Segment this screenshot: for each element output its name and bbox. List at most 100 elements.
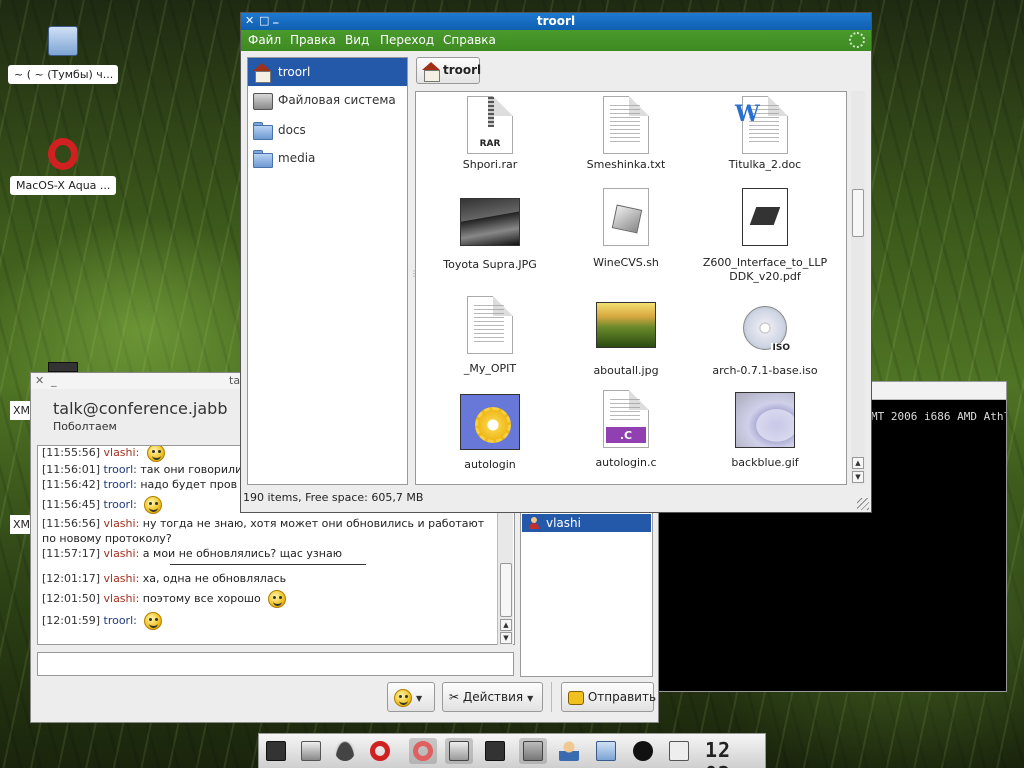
close-icon[interactable]: ✕	[35, 374, 44, 388]
chevron-down-icon: ▼	[527, 694, 534, 703]
message: [12:01:50] vlashi: поэтому все хорошо	[42, 588, 510, 610]
document-icon[interactable]	[445, 738, 473, 764]
message-time: [12:01:59]	[42, 614, 100, 627]
smiley-picker-button[interactable]: ▼	[387, 682, 435, 712]
smiley-icon	[268, 590, 287, 608]
file-icon-view[interactable]: RAR Shpori.rar Smeshinka.txt Titulka_2.d…	[415, 91, 847, 485]
place-label: Файловая система	[278, 93, 396, 107]
file-name: aboutall.jpg	[593, 364, 659, 377]
file-name: Titulka_2.doc	[728, 158, 802, 171]
scroll-down-arrow[interactable]: ▼	[500, 632, 512, 644]
menu-help[interactable]: Справка	[443, 33, 496, 47]
file-item[interactable]: aboutall.jpg	[556, 302, 696, 378]
actions-button[interactable]: ✂ Действия ▼	[442, 682, 543, 712]
menu-edit[interactable]: Правка	[290, 33, 336, 47]
message-time: [11:55:56]	[42, 446, 100, 459]
person-icon[interactable]	[555, 738, 583, 764]
desktop-icon-home[interactable]: ~ ( ~ (Тумбы) ч...	[8, 26, 118, 87]
text-file-icon	[467, 296, 513, 354]
place-label: troorl	[278, 65, 311, 79]
file-item[interactable]: _My_OPIT	[420, 296, 560, 376]
file-item[interactable]: .C autologin.c	[556, 390, 696, 470]
power-icon[interactable]	[665, 738, 693, 764]
message-input[interactable]	[37, 652, 514, 676]
clock-icon[interactable]	[629, 738, 657, 764]
scroll-up-arrow[interactable]: ▲	[852, 457, 864, 469]
participant-name: vlashi	[546, 516, 581, 530]
resize-grip[interactable]	[857, 498, 869, 510]
chevron-down-icon: ▼	[416, 694, 423, 703]
path-label: troorl	[443, 63, 482, 77]
file-item[interactable]: RAR Shpori.rar	[420, 96, 560, 172]
shell-script-icon	[603, 188, 649, 246]
message-text: так они говорили	[140, 463, 243, 476]
word-document-icon	[735, 96, 788, 154]
menu-bar: Файл Правка Вид Переход Справка	[241, 30, 871, 51]
drive-download-icon[interactable]	[297, 738, 325, 764]
file-name: Smeshinka.txt	[586, 158, 666, 171]
message-text: по новому протоколу?	[42, 532, 172, 545]
message-nick: vlashi:	[103, 446, 140, 459]
chat-window-title: ta	[229, 374, 241, 387]
send-button[interactable]: Отправить	[561, 682, 656, 712]
image-thumbnail	[460, 198, 520, 246]
script-icon[interactable]	[481, 738, 509, 764]
place-docs[interactable]: docs	[248, 116, 407, 144]
file-manager-window[interactable]: ✕ □ _ troorl Файл Правка Вид Переход Спр…	[240, 11, 872, 513]
path-bar-home-button[interactable]: troorl	[416, 57, 482, 84]
participants-list[interactable]: vlashi	[520, 509, 653, 677]
place-label: media	[278, 151, 316, 165]
message-text: а мои не обновлялись? щас узнаю	[142, 547, 342, 560]
room-title: talk@conference.jabb	[53, 399, 228, 418]
file-item[interactable]: Smeshinka.txt	[556, 96, 696, 172]
smiley-icon	[146, 446, 165, 462]
message: [12:01:59] troorl:	[42, 610, 510, 632]
file-item[interactable]: Titulka_2.doc	[695, 96, 835, 172]
taskbar: 12 02	[258, 733, 766, 768]
place-filesystem[interactable]: Файловая система	[248, 86, 407, 114]
icon-view-scrollbar[interactable]: ▲ ▼	[851, 91, 865, 485]
c-label: .C	[619, 429, 633, 442]
menu-file[interactable]: Файл	[248, 33, 281, 47]
file-item[interactable]: autologin	[420, 394, 560, 472]
archive-icon: RAR	[467, 96, 513, 154]
room-subject: Поболтаем	[53, 420, 117, 433]
scrollbar-thumb[interactable]	[852, 189, 864, 237]
opera-icon[interactable]	[366, 738, 394, 764]
smiley-icon	[394, 688, 412, 707]
file-item[interactable]: Toyota Supra.JPG	[420, 194, 560, 272]
opera-icon[interactable]	[409, 738, 437, 764]
toolbar-separator	[551, 682, 552, 712]
scrollbar-thumb[interactable]	[500, 563, 512, 617]
place-home[interactable]: troorl	[248, 58, 407, 86]
message-time: [12:01:17]	[42, 572, 100, 585]
desktop-icon-macos-theme[interactable]: MacOS-X Aqua ...	[10, 138, 117, 198]
menu-view[interactable]: Вид	[345, 33, 369, 47]
scroll-up-arrow[interactable]: ▲	[500, 619, 512, 631]
message-nick: troorl:	[103, 463, 137, 476]
fm-titlebar[interactable]: ✕ □ _ troorl	[241, 11, 871, 30]
scroll-down-arrow[interactable]: ▼	[852, 471, 864, 483]
terminal-icon[interactable]	[262, 738, 290, 764]
minimize-icon[interactable]: _	[51, 374, 57, 388]
user-icon[interactable]	[331, 738, 359, 764]
window-icon[interactable]	[519, 738, 547, 764]
file-item[interactable]: ISO arch-0.7.1-base.iso	[695, 296, 835, 378]
desktop-icon-partial[interactable]	[48, 362, 78, 372]
folder-camera-icon	[48, 26, 78, 56]
file-name: WineCVS.sh	[593, 256, 659, 269]
folder-camera-icon[interactable]	[592, 738, 620, 764]
file-name: _My_OPIT	[463, 362, 517, 375]
message-time: [11:56:01]	[42, 463, 100, 476]
places-sidebar[interactable]: troorl Файловая система docs media	[247, 57, 408, 485]
file-item[interactable]: Z600_Interface_to_LLPDDK_v20.pdf	[695, 188, 835, 284]
send-icon	[568, 690, 584, 705]
desktop-side-label: XM	[10, 515, 32, 534]
file-item[interactable]: WineCVS.sh	[556, 188, 696, 270]
message-text: ну тогда не знаю, хотя может они обновил…	[142, 517, 485, 530]
participant-item[interactable]: vlashi	[522, 514, 651, 532]
place-media[interactable]: media	[248, 144, 407, 172]
desktop-icon-label: ~ ( ~ (Тумбы) ч...	[8, 65, 118, 84]
menu-go[interactable]: Переход	[380, 33, 434, 47]
file-item[interactable]: backblue.gif	[695, 392, 835, 470]
